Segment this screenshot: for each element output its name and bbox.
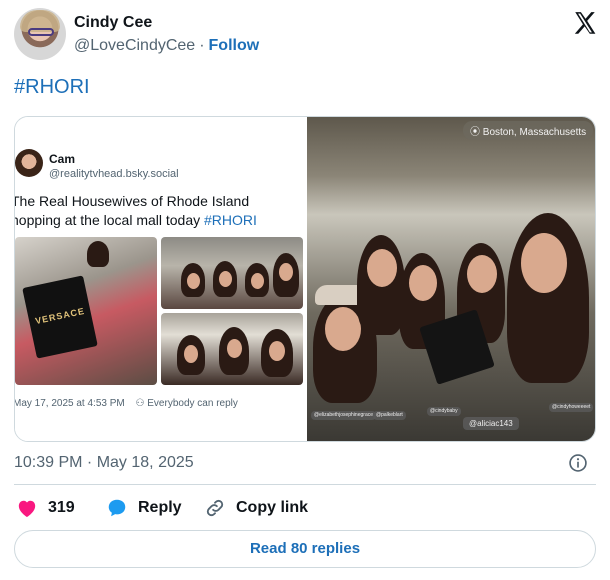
embedded-author-name: Cam — [49, 152, 76, 166]
collage-photo-store: VERSACE — [15, 237, 157, 385]
follow-button[interactable]: Follow — [209, 37, 260, 54]
person-hair — [87, 241, 109, 267]
heart-icon — [18, 500, 36, 518]
person-face — [227, 339, 242, 358]
separator-dot: · — [199, 37, 205, 54]
photo-tag: @palkeblart — [373, 411, 406, 420]
embedded-text-line1: The Real Housewives of Rhode Island — [14, 193, 250, 209]
person-face — [187, 273, 200, 289]
avatar-glasses — [28, 28, 54, 36]
photo-tag: @cindybaby — [427, 407, 461, 416]
like-count: 319 — [48, 499, 75, 516]
post-timestamp[interactable]: 10:39 PM · May 18, 2025 — [14, 454, 194, 472]
shopping-bag: VERSACE — [22, 275, 98, 359]
person-face — [279, 263, 293, 281]
info-icon[interactable] — [568, 453, 588, 473]
link-icon — [206, 499, 224, 517]
embedded-post-image[interactable]: Cam @realitytvhead.bsky.social The Real … — [14, 117, 307, 441]
embedded-author-handle: @realitytvhead.bsky.social — [49, 168, 179, 180]
read-replies-button[interactable]: Read 80 replies — [14, 530, 596, 568]
cam-avatar — [15, 149, 43, 177]
reply-setting: Everybody can reply — [147, 398, 238, 409]
media-container[interactable]: Cam @realitytvhead.bsky.social The Real … — [14, 116, 596, 442]
photo-tag: @elizabethjosephinegrace — [311, 411, 377, 420]
handle-row: @LoveCindyCee · Follow — [74, 37, 259, 55]
location-pin-icon: ⦿ — [470, 127, 480, 138]
divider — [14, 484, 596, 485]
copy-link-label: Copy link — [236, 499, 309, 516]
embedded-post-date: May 17, 2025 at 4:53 PM — [14, 398, 125, 409]
embedded-text-line2-body: hopping at the local mall today — [14, 212, 201, 228]
action-bar: 319 Reply Copy link — [14, 494, 596, 522]
people-icon: ⚇ — [135, 398, 145, 409]
copy-link-button[interactable]: Copy link — [204, 494, 308, 522]
avatar[interactable] — [14, 8, 66, 60]
x-logo-icon[interactable] — [572, 10, 598, 36]
person-face — [367, 249, 397, 287]
person-face — [269, 341, 285, 361]
collage-photo-group — [161, 237, 303, 309]
photo-tag: @cindyhoweeeet — [549, 403, 594, 412]
bag-label: VERSACE — [34, 305, 86, 327]
reply-bubble-icon — [108, 499, 126, 517]
tweet-header: Cindy Cee @LoveCindyCee · Follow — [14, 8, 598, 64]
reply-label: Reply — [138, 499, 182, 516]
reply-button[interactable]: Reply — [106, 494, 182, 522]
person-face — [325, 307, 361, 351]
embedded-post-meta: May 17, 2025 at 4:53 PM ⚇ Everybody can … — [14, 398, 238, 409]
embedded-post-text: The Real Housewives of Rhode Island hopp… — [14, 192, 303, 230]
location-tag: ⦿ Boston, Massachusetts — [463, 121, 594, 140]
photo-tag-highlight: @aliciac143 — [463, 417, 519, 430]
group-photo[interactable]: ⦿ Boston, Massachusetts @elizabethjoseph… — [307, 117, 595, 441]
person-face — [409, 265, 437, 301]
embedded-hashtag: #RHORI — [204, 212, 257, 228]
post-hashtag[interactable]: #RHORI — [14, 76, 90, 99]
person-face — [184, 345, 198, 363]
like-button[interactable]: 319 — [16, 494, 75, 522]
author-handle[interactable]: @LoveCindyCee — [74, 37, 195, 54]
person-face — [219, 271, 232, 287]
embedded-photo-collage: VERSACE — [15, 237, 303, 385]
person-face — [467, 255, 497, 293]
person-face — [251, 273, 264, 289]
location-text: Boston, Massachusetts — [482, 127, 587, 138]
collage-photo-selfie — [161, 313, 303, 385]
embedded-text-line2: hopping at the local mall today #RHORI — [14, 211, 303, 230]
author-name[interactable]: Cindy Cee — [74, 14, 152, 32]
person-face — [521, 233, 567, 293]
